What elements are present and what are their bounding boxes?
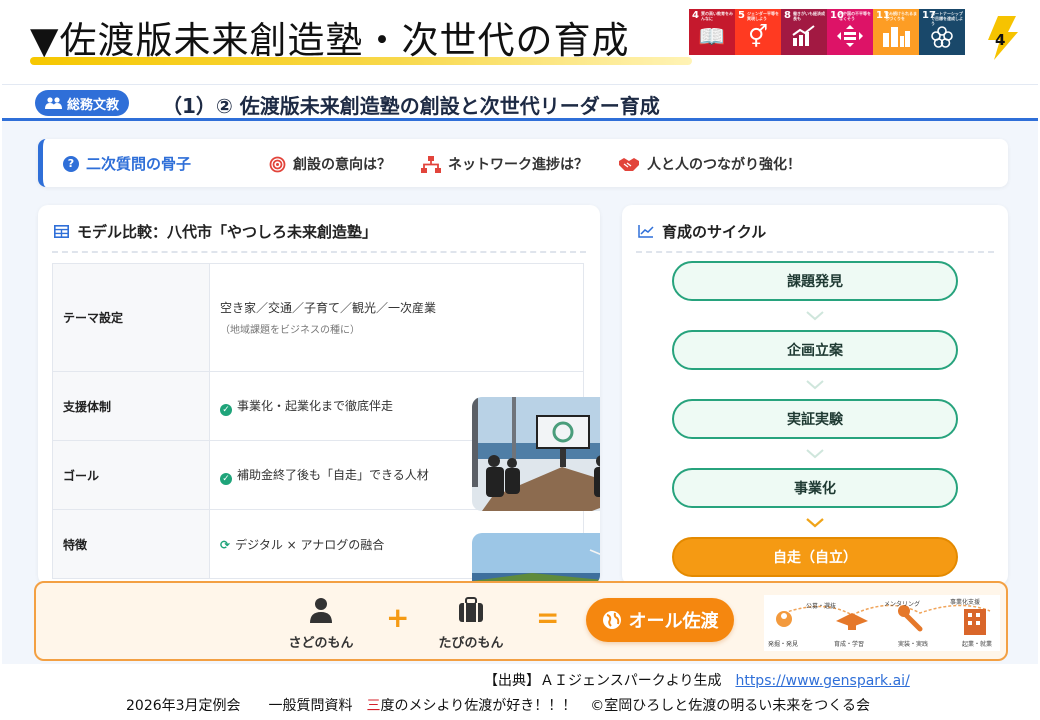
person-icon xyxy=(310,598,332,623)
table-icon xyxy=(54,225,69,238)
rice-terrace-photo xyxy=(472,533,600,585)
flow-label: 事業化支援 xyxy=(950,599,981,606)
chevron-down-icon xyxy=(672,301,958,330)
check-circle-icon: ✓ xyxy=(220,472,232,485)
network-icon xyxy=(421,155,441,173)
row-key: 支援体制 xyxy=(52,371,210,441)
row-key: ゴール xyxy=(52,440,210,510)
line-chart-icon xyxy=(638,225,654,238)
check-circle-icon: ✓ xyxy=(220,403,232,416)
flow-label: 実装・実践 xyxy=(898,641,929,648)
sdg-goal-5: 5 ジェンダー平等を実現しよう ⚥ xyxy=(735,9,781,55)
equality-icon xyxy=(827,25,873,54)
cycle-step-discover: 課題発見 xyxy=(672,261,958,301)
flow-label: 育成・学習 xyxy=(834,641,865,648)
target-icon xyxy=(269,156,286,172)
flow-label: 公募・選抜 xyxy=(806,603,837,610)
cycle-step-plan: 企画立案 xyxy=(672,330,958,370)
book-icon: 📖 xyxy=(698,25,726,50)
meeting-room-photo xyxy=(472,397,600,511)
model-comparison-title: モデル比較：八代市「やつしろ未来創造塾」 xyxy=(54,221,377,242)
row-value: デジタル × アナログの融合 xyxy=(235,537,385,552)
panel-header: 総務文教 （1）② 佐渡版未来創造塾の創設と次世代リーダー育成 xyxy=(2,85,1038,121)
training-cycle-card: 育成のサイクル 課題発見 企画立案 実証実験 事業化 自走（自立） xyxy=(622,205,1008,585)
equation-item-sadonomon: さどのもん xyxy=(276,597,366,651)
row-value: 補助金終了後も「自走」できる人材 xyxy=(237,467,429,482)
question-outline-box: ? 二次質問の骨子 創設の意向は？ ネットワーク進捗は？ 人と人のつながり強化！ xyxy=(38,139,1008,187)
users-icon xyxy=(45,97,62,109)
table-row: テーマ設定 空き家／交通／子育て／観光／一次産業 （地域課題をビジネスの種に） xyxy=(52,263,584,372)
page-number: 4 xyxy=(995,31,1006,49)
gender-icon: ⚥ xyxy=(748,25,768,50)
growth-chart-icon xyxy=(781,25,827,54)
cycle-step-pilot: 実証実験 xyxy=(672,399,958,439)
model-comparison-card: モデル比較：八代市「やつしろ未来創造塾」 テーマ設定 空き家／交通／子育て／観光… xyxy=(38,205,600,585)
row-value: 事業化・起業化まで徹底伴走 xyxy=(237,398,394,413)
row-key: 特徴 xyxy=(52,509,210,579)
flower-icon xyxy=(919,25,965,55)
cycle-step-independence: 自走（自立） xyxy=(672,537,958,577)
sdg-goal-17: 17 パートナーシップで目標を達成しよう xyxy=(919,9,965,55)
panel-title: （1）② 佐渡版未来創造塾の創設と次世代リーダー育成 xyxy=(162,94,660,118)
card-divider xyxy=(52,251,586,253)
equation-item-tabinomon: たびのもん xyxy=(426,597,516,651)
sdgs-icon-strip: 4 質の高い教育をみんなに 📖 5 ジェンダー平等を実現しよう ⚥ 8 働きがい… xyxy=(689,9,965,55)
main-panel: 総務文教 （1）② 佐渡版未来創造塾の創設と次世代リーダー育成 ? 二次質問の骨… xyxy=(2,84,1038,664)
source-credit: 【出典】ＡＩジェンスパークより生成 https://www.genspark.ai… xyxy=(484,673,910,689)
cycle-step-business: 事業化 xyxy=(672,468,958,508)
chevron-down-icon xyxy=(672,439,958,468)
sdg-goal-4: 4 質の高い教育をみんなに 📖 xyxy=(689,9,735,55)
sdg-goal-11: 11 住み続けられるまちづくりを xyxy=(873,9,919,55)
slide-title: ▼佐渡版未来創造塾・次世代の育成 xyxy=(30,19,630,62)
chevron-down-icon xyxy=(672,508,958,537)
refresh-icon: ⟳ xyxy=(220,537,231,552)
equals-sign: = xyxy=(536,601,560,634)
question-item-intent: 創設の意向は？ xyxy=(269,154,391,174)
suitcase-icon xyxy=(459,597,483,622)
question-item-connection: 人と人のつながり強化！ xyxy=(618,154,801,174)
department-badge: 総務文教 xyxy=(35,90,130,116)
cycle-steps: 課題発見 企画立案 実証実験 事業化 自走（自立） xyxy=(672,261,958,577)
source-link[interactable]: https://www.genspark.ai/ xyxy=(735,673,909,689)
chevron-down-icon xyxy=(672,370,958,399)
flow-label: 発掘・発見 xyxy=(768,641,799,648)
flow-label: 起業・就業 xyxy=(962,641,993,648)
plus-sign: + xyxy=(386,601,410,634)
handshake-icon xyxy=(619,158,639,171)
training-cycle-title: 育成のサイクル xyxy=(638,221,766,242)
footer-text: 2026年3月定例会 一般質問資料 三度のメシより佐渡が好き！！！ ©室岡ひろし… xyxy=(126,698,870,714)
all-sado-equation-band: さどのもん + たびのもん = オール佐渡 公募・選抜 メンタリング 事業化支援… xyxy=(34,581,1008,661)
row-subnote: （地域課題をビジネスの種に） xyxy=(220,325,360,336)
title-underline-bar xyxy=(30,57,692,65)
globe-icon xyxy=(602,611,621,629)
card-divider xyxy=(636,251,994,253)
process-flow-illustration: 公募・選抜 メンタリング 事業化支援 発掘・発見 育成・学習 実装・実践 起業・… xyxy=(764,595,1000,651)
question-icon: ? xyxy=(63,155,79,172)
question-item-network: ネットワーク進捗は？ xyxy=(421,154,588,174)
row-key: テーマ設定 xyxy=(52,263,210,372)
all-sado-badge: オール佐渡 xyxy=(586,598,734,642)
city-icon xyxy=(873,25,919,54)
sdg-goal-10: 10 人や国の不平等をなくそう xyxy=(827,9,873,55)
flow-label: メンタリング xyxy=(884,601,921,608)
row-value: 空き家／交通／子育て／観光／一次産業 xyxy=(220,301,437,315)
question-outline-label: ? 二次質問の骨子 xyxy=(63,153,191,174)
page-number-badge: 4 xyxy=(984,14,1020,62)
sdg-goal-8: 8 働きがいも経済成長も xyxy=(781,9,827,55)
